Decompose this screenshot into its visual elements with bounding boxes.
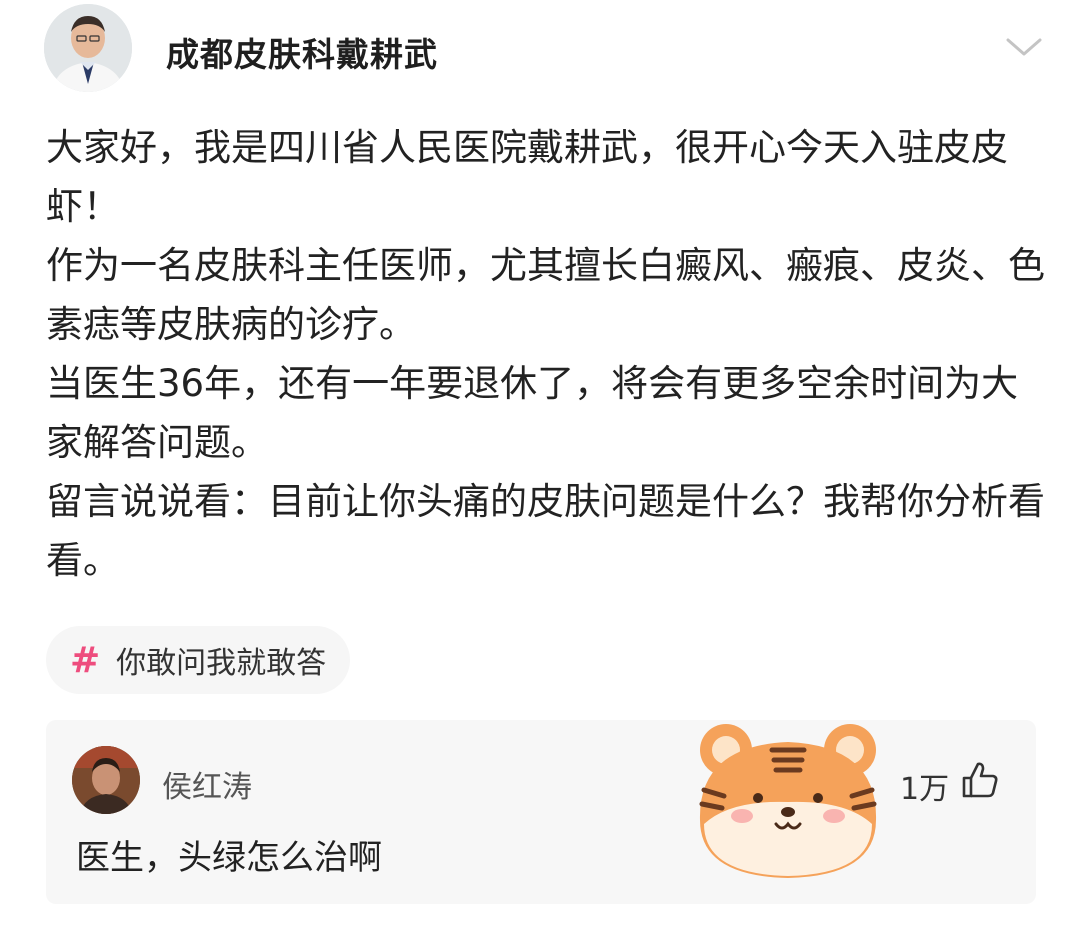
topic-tag-label: 你敢问我就敢答: [116, 646, 327, 681]
commenter-username[interactable]: 侯红涛: [162, 762, 252, 806]
post-paragraph: 留言说说看：目前让你头痛的皮肤问题是什么？我帮你分析看看。: [46, 480, 1045, 582]
post-content: 大家好，我是四川省人民医院戴耕武，很开心今天入驻皮皮虾！ 作为一名皮肤科主任医师…: [46, 118, 1046, 590]
thumbs-up-icon[interactable]: [960, 760, 1000, 800]
post-paragraph: 作为一名皮肤科主任医师，尤其擅长白癜风、瘢痕、皮炎、色素痣等皮肤病的诊疗。: [46, 244, 1045, 346]
topic-tag[interactable]: # 你敢问我就敢答: [46, 626, 351, 694]
post-header: 成都皮肤科戴耕武: [44, 4, 1044, 92]
author-name[interactable]: 成都皮肤科戴耕武: [166, 28, 438, 76]
hashtag-icon: #: [70, 639, 101, 681]
commenter-avatar[interactable]: [72, 746, 140, 814]
tiger-sticker-icon: [699, 724, 877, 878]
featured-comment[interactable]: 侯红涛 医生，头绿怎么治啊 1万: [46, 720, 1036, 904]
comment-text: 医生，头绿怎么治啊: [76, 838, 382, 878]
chevron-down-icon[interactable]: [1004, 32, 1044, 62]
author-avatar[interactable]: [44, 4, 132, 92]
post-paragraph: 大家好，我是四川省人民医院戴耕武，很开心今天入驻皮皮虾！: [46, 126, 1008, 228]
post-paragraph: 当医生36年，还有一年要退休了，将会有更多空余时间为大家解答问题。: [46, 362, 1019, 464]
like-count: 1万: [900, 772, 950, 807]
